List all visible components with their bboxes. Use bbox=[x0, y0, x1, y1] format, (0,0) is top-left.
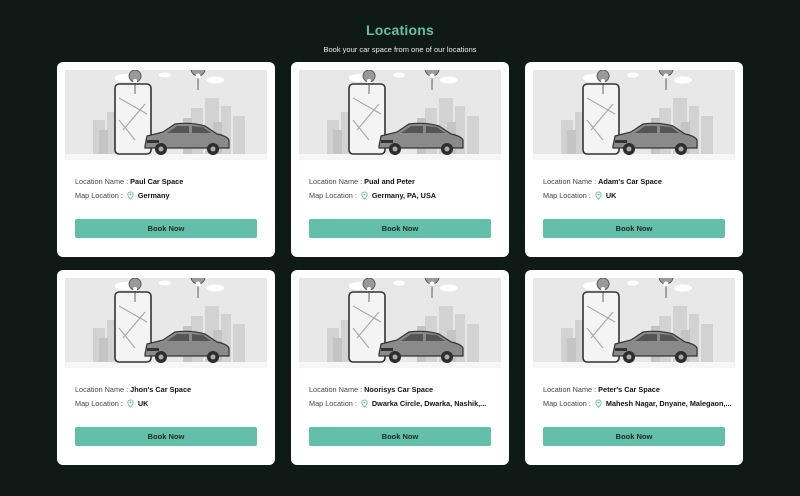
map-location-value[interactable]: UK bbox=[138, 399, 149, 408]
location-name-label: Location Name : bbox=[309, 384, 363, 394]
map-location-row: Map Location : Mahesh Nagar, Dnyane, Mal… bbox=[543, 396, 735, 410]
map-location-row: Map Location : Dwarka Circle, Dwarka, Na… bbox=[309, 396, 501, 410]
map-pin-icon bbox=[127, 190, 134, 200]
location-card: Location Name : Pual and Peter Map Locat… bbox=[291, 62, 509, 257]
locations-grid: Location Name : Paul Car Space Map Locat… bbox=[57, 62, 743, 465]
map-location-label: Map Location : bbox=[309, 398, 357, 408]
location-name-value: Adam's Car Space bbox=[598, 176, 662, 186]
map-location-label: Map Location : bbox=[543, 190, 591, 200]
location-card: Location Name : Adam's Car Space Map Loc… bbox=[525, 62, 743, 257]
book-now-button[interactable]: Book Now bbox=[543, 427, 725, 446]
map-location-row: Map Location : Germany, PA, USA bbox=[309, 188, 501, 202]
location-name-value: Pual and Peter bbox=[364, 176, 415, 186]
car-parking-illustration-icon bbox=[299, 278, 501, 368]
map-location-row: Map Location : UK bbox=[75, 396, 267, 410]
location-info: Location Name : Adam's Car Space Map Loc… bbox=[533, 174, 735, 202]
page-header: Locations Book your car space from one o… bbox=[0, 0, 800, 62]
map-pin-icon bbox=[361, 190, 368, 200]
map-location-value[interactable]: Germany, PA, USA bbox=[372, 191, 436, 200]
location-info: Location Name : Paul Car Space Map Locat… bbox=[65, 174, 267, 202]
location-name-row: Location Name : Jhon's Car Space bbox=[75, 382, 267, 396]
location-name-value: Noorisys Car Space bbox=[364, 384, 434, 394]
map-location-row: Map Location : Germany bbox=[75, 188, 267, 202]
map-pin-icon bbox=[127, 398, 134, 408]
map-location-label: Map Location : bbox=[75, 190, 123, 200]
location-card: Location Name : Noorisys Car Space Map L… bbox=[291, 270, 509, 465]
location-info: Location Name : Noorisys Car Space Map L… bbox=[299, 382, 501, 410]
car-parking-illustration-icon bbox=[65, 70, 267, 160]
book-now-button[interactable]: Book Now bbox=[543, 219, 725, 238]
location-name-label: Location Name : bbox=[543, 176, 597, 186]
location-card: Location Name : Paul Car Space Map Locat… bbox=[57, 62, 275, 257]
location-info: Location Name : Pual and Peter Map Locat… bbox=[299, 174, 501, 202]
location-name-row: Location Name : Noorisys Car Space bbox=[309, 382, 501, 396]
location-info: Location Name : Jhon's Car Space Map Loc… bbox=[65, 382, 267, 410]
location-name-value: Peter's Car Space bbox=[598, 384, 660, 394]
book-now-button[interactable]: Book Now bbox=[75, 427, 257, 446]
book-now-button[interactable]: Book Now bbox=[309, 219, 491, 238]
map-pin-icon bbox=[595, 398, 602, 408]
location-name-value: Jhon's Car Space bbox=[130, 384, 192, 394]
location-name-label: Location Name : bbox=[309, 176, 363, 186]
location-name-label: Location Name : bbox=[75, 176, 129, 186]
location-name-row: Location Name : Adam's Car Space bbox=[543, 174, 735, 188]
map-pin-icon bbox=[595, 190, 602, 200]
location-card: Location Name : Jhon's Car Space Map Loc… bbox=[57, 270, 275, 465]
map-location-label: Map Location : bbox=[309, 190, 357, 200]
page-subtitle: Book your car space from one of our loca… bbox=[323, 45, 477, 54]
car-parking-illustration-icon bbox=[533, 70, 735, 160]
map-location-label: Map Location : bbox=[75, 398, 123, 408]
location-name-row: Location Name : Paul Car Space bbox=[75, 174, 267, 188]
location-name-label: Location Name : bbox=[75, 384, 129, 394]
book-now-button[interactable]: Book Now bbox=[309, 427, 491, 446]
location-name-value: Paul Car Space bbox=[130, 176, 184, 186]
car-parking-illustration-icon bbox=[299, 70, 501, 160]
map-location-value[interactable]: Germany bbox=[138, 191, 170, 200]
location-info: Location Name : Peter's Car Space Map Lo… bbox=[533, 382, 735, 410]
map-location-value[interactable]: UK bbox=[606, 191, 617, 200]
map-pin-icon bbox=[361, 398, 368, 408]
page-title: Locations bbox=[366, 22, 434, 38]
car-parking-illustration-icon bbox=[533, 278, 735, 368]
map-location-value[interactable]: Mahesh Nagar, Dnyane, Malegaon,... bbox=[606, 399, 732, 408]
map-location-label: Map Location : bbox=[543, 398, 591, 408]
car-parking-illustration-icon bbox=[65, 278, 267, 368]
book-now-button[interactable]: Book Now bbox=[75, 219, 257, 238]
location-card: Location Name : Peter's Car Space Map Lo… bbox=[525, 270, 743, 465]
location-name-label: Location Name : bbox=[543, 384, 597, 394]
location-name-row: Location Name : Peter's Car Space bbox=[543, 382, 735, 396]
map-location-value[interactable]: Dwarka Circle, Dwarka, Nashik,... bbox=[372, 399, 486, 408]
map-location-row: Map Location : UK bbox=[543, 188, 735, 202]
location-name-row: Location Name : Pual and Peter bbox=[309, 174, 501, 188]
